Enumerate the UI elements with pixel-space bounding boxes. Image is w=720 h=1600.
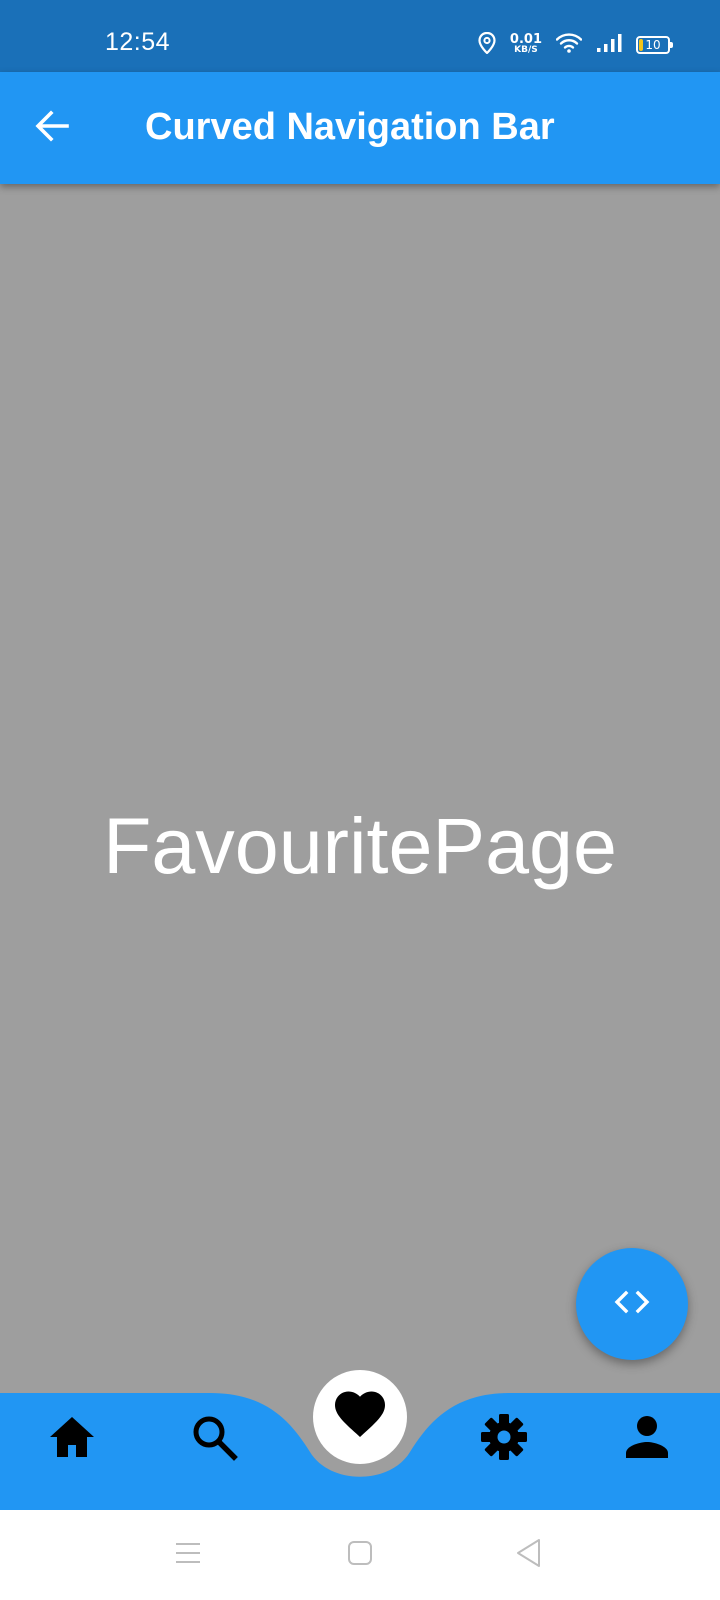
back-button[interactable] bbox=[22, 98, 82, 158]
status-time: 12:54 bbox=[105, 28, 171, 56]
person-icon bbox=[624, 1414, 670, 1465]
home-square-icon bbox=[347, 1540, 373, 1571]
status-bar: 12:54 0.01 KB/S 10 bbox=[0, 0, 720, 72]
battery-icon: 10 bbox=[636, 36, 673, 54]
home-icon bbox=[48, 1415, 96, 1464]
page-label: FavouritePage bbox=[103, 801, 617, 890]
battery-fill bbox=[639, 39, 643, 51]
back-triangle-icon bbox=[515, 1538, 543, 1573]
system-navigation-bar bbox=[0, 1510, 720, 1600]
system-menu-button[interactable] bbox=[163, 1530, 213, 1580]
signal-icon bbox=[596, 33, 622, 58]
heart-icon bbox=[334, 1391, 386, 1444]
nav-item-profile[interactable] bbox=[617, 1409, 677, 1469]
system-home-button[interactable] bbox=[335, 1530, 385, 1580]
net-speed-value: 0.01 bbox=[509, 32, 542, 47]
net-speed-unit: KB/S bbox=[514, 45, 538, 55]
app-bar: Curved Navigation Bar bbox=[0, 72, 720, 184]
code-fab-button[interactable] bbox=[576, 1248, 688, 1360]
nav-item-home[interactable] bbox=[42, 1409, 102, 1469]
wifi-icon bbox=[555, 32, 583, 58]
status-icons: 0.01 KB/S 10 bbox=[464, 30, 673, 60]
nav-item-favourite[interactable] bbox=[313, 1370, 407, 1464]
settings-icon bbox=[480, 1413, 528, 1466]
menu-icon bbox=[174, 1541, 202, 1570]
code-icon bbox=[612, 1288, 652, 1321]
arrow-back-icon bbox=[34, 108, 70, 149]
nav-item-settings[interactable] bbox=[474, 1409, 534, 1469]
page-title: Curved Navigation Bar bbox=[145, 106, 555, 148]
search-icon bbox=[190, 1413, 238, 1466]
location-icon bbox=[478, 31, 496, 59]
battery-level: 10 bbox=[645, 38, 661, 52]
system-back-button[interactable] bbox=[504, 1530, 554, 1580]
nav-item-search[interactable] bbox=[184, 1409, 244, 1469]
net-speed: 0.01 KB/S bbox=[509, 32, 542, 56]
